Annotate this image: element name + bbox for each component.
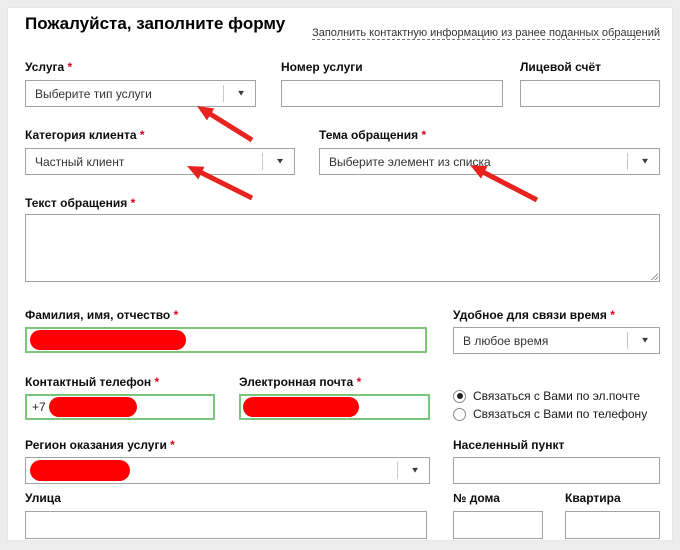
settlement-input[interactable] [453, 457, 660, 484]
radio-label: Связаться с Вами по телефону [473, 407, 647, 421]
phone-label: Контактный телефон * [25, 375, 159, 389]
topic-select[interactable]: Выберите элемент из списка ▼ [319, 148, 660, 175]
required-asterisk: * [155, 375, 160, 389]
dropdown-arrow-icon: ▼ [236, 89, 246, 98]
house-number-input[interactable] [453, 511, 543, 539]
full-name-label: Фамилия, имя, отчество * [25, 308, 178, 322]
personal-account-input[interactable] [520, 80, 660, 107]
service-label: Услуга * [25, 60, 72, 74]
apartment-input[interactable] [565, 511, 660, 539]
required-asterisk: * [422, 128, 427, 142]
select-divider [397, 462, 398, 479]
settlement-label: Населенный пункт [453, 438, 564, 452]
full-name-input[interactable] [25, 327, 427, 353]
service-number-label: Номер услуги [281, 60, 363, 74]
contact-time-select-value: В любое время [463, 334, 548, 348]
select-divider [627, 332, 628, 349]
required-asterisk: * [68, 60, 73, 74]
required-asterisk: * [131, 196, 136, 210]
required-asterisk: * [140, 128, 145, 142]
radio-unselected-icon [453, 408, 466, 421]
radio-selected-icon [453, 390, 466, 403]
redacted-value [243, 397, 359, 417]
message-text-textarea[interactable] [25, 214, 660, 282]
redacted-value [49, 397, 137, 417]
required-asterisk: * [357, 375, 362, 389]
client-category-select-value: Частный клиент [35, 155, 124, 169]
page-title: Пожалуйста, заполните форму [25, 14, 285, 34]
required-asterisk: * [610, 308, 615, 322]
region-select[interactable]: ▼ [25, 457, 430, 484]
redacted-value [30, 330, 186, 350]
street-input[interactable] [25, 511, 427, 539]
personal-account-label: Лицевой счёт [520, 60, 601, 74]
apartment-label: Квартира [565, 491, 621, 505]
required-asterisk: * [174, 308, 179, 322]
service-select-value: Выберите тип услуги [35, 87, 152, 101]
select-divider [223, 85, 224, 102]
client-category-select[interactable]: Частный клиент ▼ [25, 148, 295, 175]
email-label: Электронная почта * [239, 375, 361, 389]
contact-by-email-radio[interactable]: Связаться с Вами по эл.почте [453, 389, 640, 403]
topic-label: Тема обращения * [319, 128, 426, 142]
service-select[interactable]: Выберите тип услуги ▼ [25, 80, 256, 107]
client-category-label: Категория клиента * [25, 128, 145, 142]
redacted-value [30, 460, 130, 481]
contact-time-select[interactable]: В любое время ▼ [453, 327, 660, 354]
contact-by-phone-radio[interactable]: Связаться с Вами по телефону [453, 407, 647, 421]
form-page: Пожалуйста, заполните форму Заполнить ко… [0, 0, 680, 550]
select-divider [262, 153, 263, 170]
email-input[interactable] [239, 394, 430, 420]
phone-prefix: +7 [32, 400, 46, 414]
required-asterisk: * [170, 438, 175, 452]
select-divider [627, 153, 628, 170]
message-text-label: Текст обращения * [25, 196, 135, 210]
dropdown-arrow-icon: ▼ [410, 466, 420, 475]
house-number-label: № дома [453, 491, 500, 505]
street-label: Улица [25, 491, 61, 505]
dropdown-arrow-icon: ▼ [640, 157, 650, 166]
region-label: Регион оказания услуги * [25, 438, 175, 452]
dropdown-arrow-icon: ▼ [275, 157, 285, 166]
topic-select-value: Выберите элемент из списка [329, 155, 491, 169]
service-number-input[interactable] [281, 80, 503, 107]
phone-input[interactable]: +7 [25, 394, 215, 420]
contact-time-label: Удобное для связи время * [453, 308, 615, 322]
radio-label: Связаться с Вами по эл.почте [473, 389, 640, 403]
prefill-from-previous-link[interactable]: Заполнить контактную информацию из ранее… [312, 27, 660, 40]
dropdown-arrow-icon: ▼ [640, 336, 650, 345]
